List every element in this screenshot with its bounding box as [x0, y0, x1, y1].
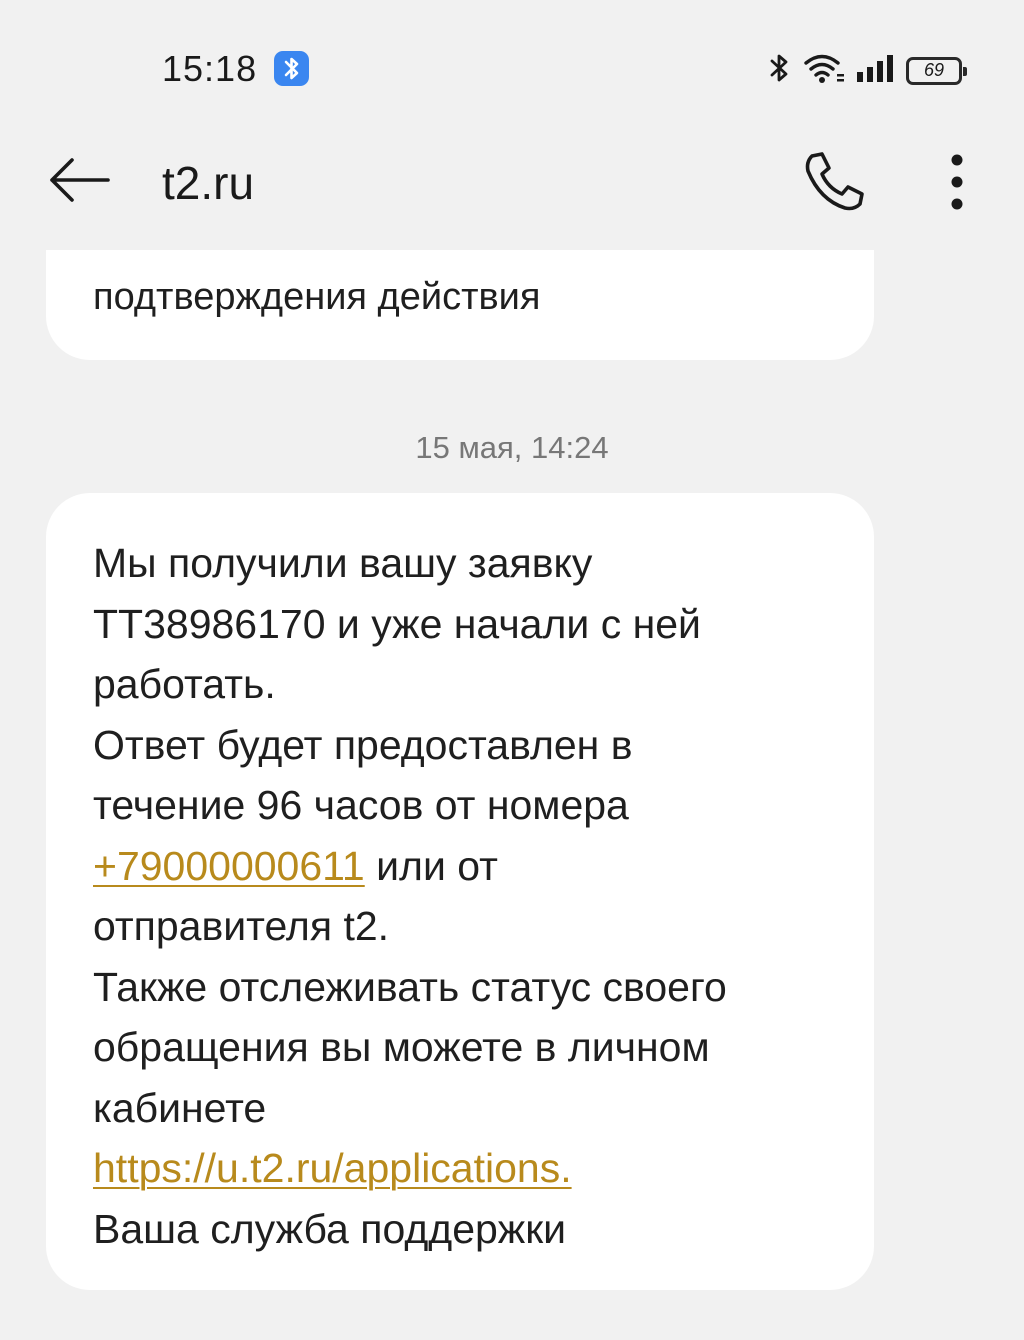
message-line: обращения вы можете в личном [93, 1024, 710, 1070]
message-line: +79000000611 или от [93, 836, 834, 897]
phone-number-link[interactable]: +79000000611 [93, 843, 365, 889]
message-line: кабинете [93, 1084, 267, 1131]
message-bubble-previous[interactable]: подтверждения действия [46, 250, 874, 360]
message-line: отправителя t2. [93, 903, 390, 949]
message-line: https://u.t2.ru/applications. [93, 1138, 834, 1199]
message-line: ТТ38986170 и уже начали с ней [93, 600, 701, 647]
more-options-button[interactable] [934, 150, 980, 214]
more-vert-icon [951, 154, 963, 210]
message-line-rest: или от [364, 842, 498, 889]
phone-icon [805, 152, 864, 211]
status-time: 15:18 [162, 48, 258, 89]
battery-icon: 69 [906, 56, 967, 85]
message-line: Ответ будет предоставлен в [93, 721, 633, 768]
message-line: течение 96 часов от номера [93, 782, 629, 828]
back-button[interactable] [44, 150, 116, 210]
status-bar: 15:18 69 [0, 0, 1024, 130]
call-button[interactable] [800, 146, 870, 216]
wifi-icon [802, 50, 846, 91]
signal-icon [856, 50, 896, 91]
applications-url-link[interactable]: https://u.t2.ru/applications. [93, 1145, 572, 1191]
message-line: Мы получили вашу заявку [93, 540, 593, 586]
message-line: Также отслеживать статус своего [93, 963, 727, 1010]
message-line: работать. [93, 661, 276, 707]
message-timestamp: 15 мая, 14:24 [415, 430, 609, 465]
conversation-header: t2.ru [0, 130, 1024, 240]
battery-level: 69 [923, 60, 945, 80]
bluetooth-badge-icon [274, 51, 309, 86]
message-line: Ваша служба поддержки [93, 1205, 567, 1252]
message-bubble[interactable]: Мы получили вашу заявку ТТ38986170 и уже… [46, 493, 874, 1290]
message-text: Мы получили вашу заявку ТТ38986170 и уже… [93, 533, 834, 1259]
back-arrow-icon [50, 158, 110, 202]
message-text-fragment: подтверждения действия [93, 276, 541, 318]
bluetooth-icon [768, 50, 792, 91]
conversation-title: t2.ru [162, 157, 255, 209]
status-icons: 69 [768, 50, 967, 91]
